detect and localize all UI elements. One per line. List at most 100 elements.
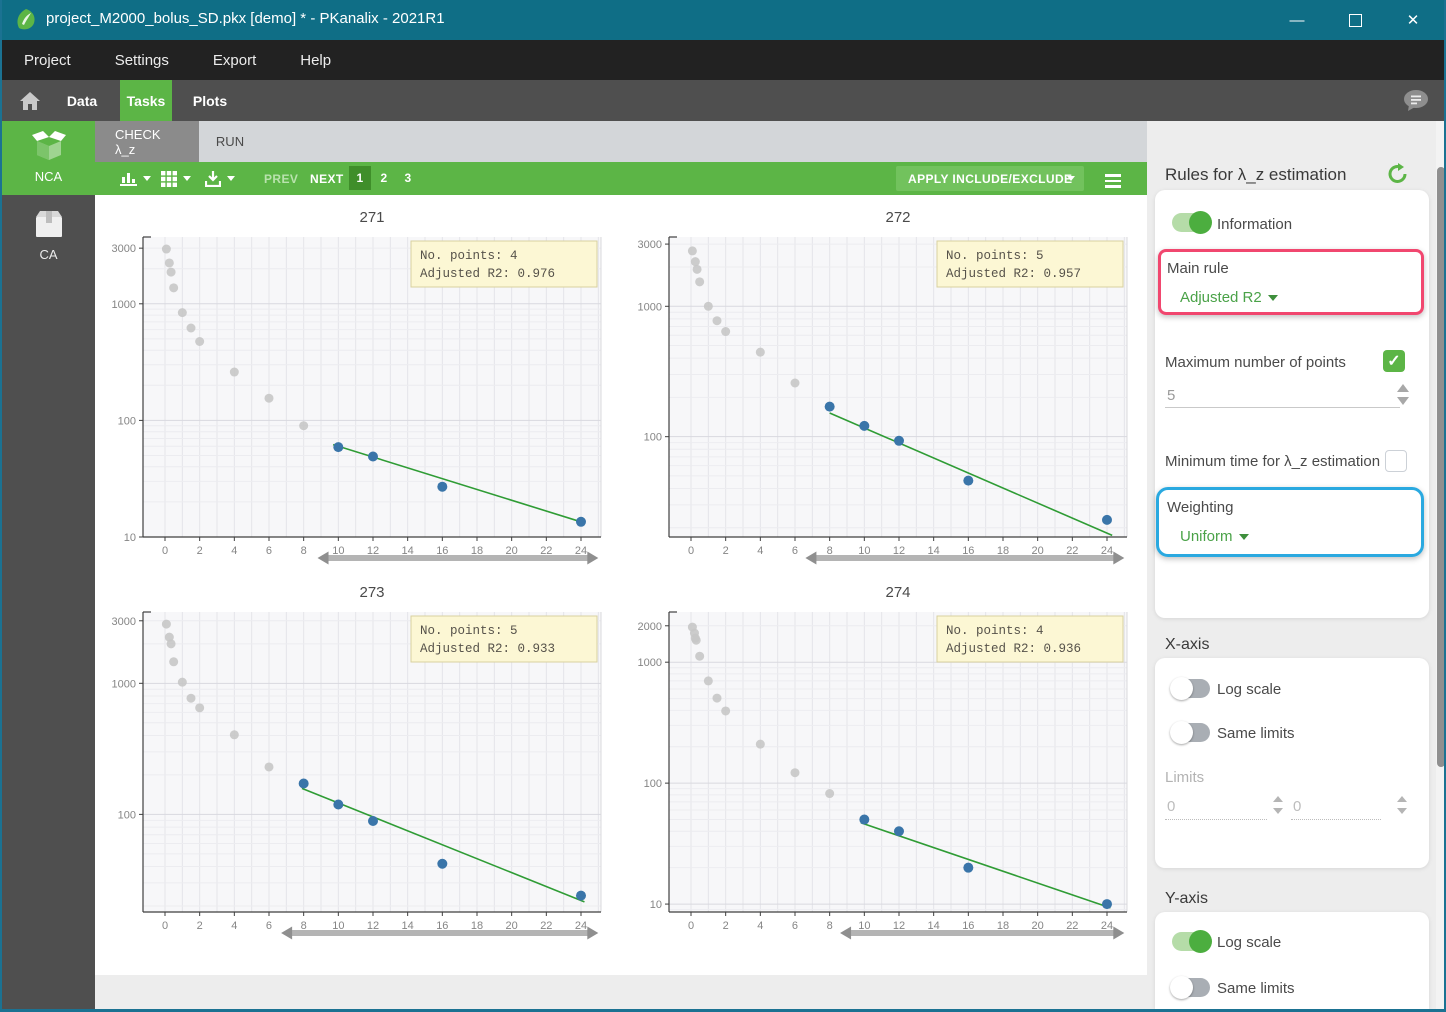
tab-plots[interactable]: Plots	[182, 80, 238, 121]
y-same-limits-toggle[interactable]	[1170, 976, 1210, 999]
excluded-data-point[interactable]	[169, 657, 179, 667]
excluded-data-point[interactable]	[721, 706, 731, 716]
included-data-point[interactable]	[437, 481, 448, 492]
excluded-data-point[interactable]	[721, 327, 731, 337]
excluded-data-point[interactable]	[161, 244, 171, 254]
x-limit-max-spinner-up[interactable]	[1397, 796, 1407, 802]
excluded-data-point[interactable]	[703, 676, 713, 686]
main-rule-dropdown[interactable]: Adjusted R2	[1180, 289, 1278, 306]
information-toggle[interactable]	[1172, 211, 1212, 234]
excluded-data-point[interactable]	[687, 246, 697, 256]
excluded-data-point[interactable]	[712, 316, 722, 326]
included-data-point[interactable]	[859, 814, 870, 825]
excluded-data-point[interactable]	[695, 651, 705, 661]
max-points-checkbox[interactable]: ✓	[1383, 350, 1405, 372]
x-log-scale-toggle[interactable]	[1170, 677, 1210, 700]
excluded-data-point[interactable]	[264, 762, 274, 772]
reset-icon[interactable]	[1387, 163, 1409, 185]
grid-layout-button[interactable]	[161, 162, 191, 195]
tab-data[interactable]: Data	[54, 80, 110, 121]
included-data-point[interactable]	[575, 516, 586, 527]
excluded-data-point[interactable]	[195, 336, 205, 346]
included-data-point[interactable]	[963, 475, 974, 486]
excluded-data-point[interactable]	[755, 347, 765, 357]
excluded-data-point[interactable]	[186, 323, 196, 333]
subtab-run[interactable]: RUN	[199, 121, 261, 162]
subtab-check-lambda-z[interactable]: CHECK λ_z	[95, 121, 199, 162]
excluded-data-point[interactable]	[166, 639, 176, 649]
excluded-data-point[interactable]	[691, 635, 701, 645]
menu-export[interactable]: Export	[191, 52, 278, 69]
excluded-data-point[interactable]	[164, 258, 174, 268]
excluded-data-point[interactable]	[755, 739, 765, 749]
excluded-data-point[interactable]	[169, 283, 179, 293]
excluded-data-point[interactable]	[177, 308, 187, 318]
y-log-scale-toggle[interactable]	[1172, 930, 1212, 953]
sidebar-item-nca[interactable]: NCA	[2, 121, 95, 195]
page-button-1[interactable]: 1	[349, 166, 371, 190]
excluded-data-point[interactable]	[692, 264, 702, 274]
x-limit-min-spinner-up[interactable]	[1273, 796, 1283, 802]
maximize-button[interactable]	[1332, 0, 1378, 40]
lambda-z-range-slider[interactable]	[840, 926, 1125, 940]
minimize-button[interactable]: —	[1274, 0, 1320, 40]
lambda-z-range-slider[interactable]	[317, 551, 599, 565]
menu-project[interactable]: Project	[2, 52, 93, 69]
plot-271[interactable]: 10100100030000 2 4 6 8 10 12 14 16 18 20 22 24No. po…	[95, 195, 621, 570]
apply-include-exclude-button[interactable]: APPLY INCLUDE/EXCLUDE	[896, 166, 1085, 191]
included-data-point[interactable]	[893, 826, 904, 837]
home-icon[interactable]	[10, 80, 50, 121]
excluded-data-point[interactable]	[177, 677, 187, 687]
x-limit-max-spinner-down[interactable]	[1397, 808, 1407, 814]
included-data-point[interactable]	[575, 890, 586, 901]
max-points-spinner-up[interactable]	[1397, 384, 1409, 392]
tab-tasks[interactable]: Tasks	[120, 80, 172, 121]
sidebar-item-ca[interactable]: CA	[2, 201, 95, 271]
included-data-point[interactable]	[367, 816, 378, 827]
prev-page-button[interactable]: PREV	[264, 162, 298, 195]
apply-dropdown-button[interactable]	[1067, 162, 1075, 195]
min-time-checkbox[interactable]	[1385, 450, 1407, 472]
excluded-data-point[interactable]	[161, 619, 171, 629]
excluded-data-point[interactable]	[825, 789, 835, 799]
plot-274[interactable]: 10100100020000 2 4 6 8 10 12 14 16 18 20 22 24No. po…	[621, 570, 1147, 945]
included-data-point[interactable]	[333, 442, 344, 453]
excluded-data-point[interactable]	[229, 367, 239, 377]
max-points-spinner-down[interactable]	[1397, 397, 1409, 405]
x-limit-min-spinner-down[interactable]	[1273, 808, 1283, 814]
menu-help[interactable]: Help	[278, 52, 353, 69]
excluded-data-point[interactable]	[712, 693, 722, 703]
menu-settings[interactable]: Settings	[93, 52, 191, 69]
export-plot-button[interactable]	[205, 162, 235, 195]
excluded-data-point[interactable]	[790, 768, 800, 778]
included-data-point[interactable]	[859, 420, 870, 431]
excluded-data-point[interactable]	[690, 257, 700, 267]
next-page-button[interactable]: NEXT	[310, 162, 344, 195]
excluded-data-point[interactable]	[229, 730, 239, 740]
excluded-data-point[interactable]	[790, 378, 800, 388]
included-data-point[interactable]	[333, 799, 344, 810]
included-data-point[interactable]	[298, 778, 309, 789]
chart-type-button[interactable]	[120, 162, 151, 195]
scrollbar-thumb[interactable]	[1437, 167, 1444, 767]
included-data-point[interactable]	[1101, 899, 1112, 910]
plot-273[interactable]: 100100030000 2 4 6 8 10 12 14 16 18 20 22 24No. poin…	[95, 570, 621, 945]
included-data-point[interactable]	[1101, 514, 1112, 525]
close-button[interactable]: ✕	[1390, 0, 1436, 40]
excluded-data-point[interactable]	[695, 277, 705, 287]
x-same-limits-toggle[interactable]	[1170, 721, 1210, 744]
included-data-point[interactable]	[963, 862, 974, 873]
weighting-dropdown[interactable]: Uniform	[1180, 528, 1249, 545]
included-data-point[interactable]	[824, 401, 835, 412]
page-button-3[interactable]: 3	[397, 166, 419, 190]
excluded-data-point[interactable]	[264, 393, 274, 403]
included-data-point[interactable]	[367, 451, 378, 462]
page-button-2[interactable]: 2	[373, 166, 395, 190]
excluded-data-point[interactable]	[195, 703, 205, 713]
excluded-data-point[interactable]	[166, 267, 176, 277]
excluded-data-point[interactable]	[299, 421, 309, 431]
excluded-data-point[interactable]	[703, 301, 713, 311]
feedback-bubble-icon[interactable]	[1398, 80, 1434, 121]
included-data-point[interactable]	[893, 435, 904, 446]
plot-272[interactable]: 100100030000 2 4 6 8 10 12 14 16 18 20 22 24No. poin…	[621, 195, 1147, 570]
